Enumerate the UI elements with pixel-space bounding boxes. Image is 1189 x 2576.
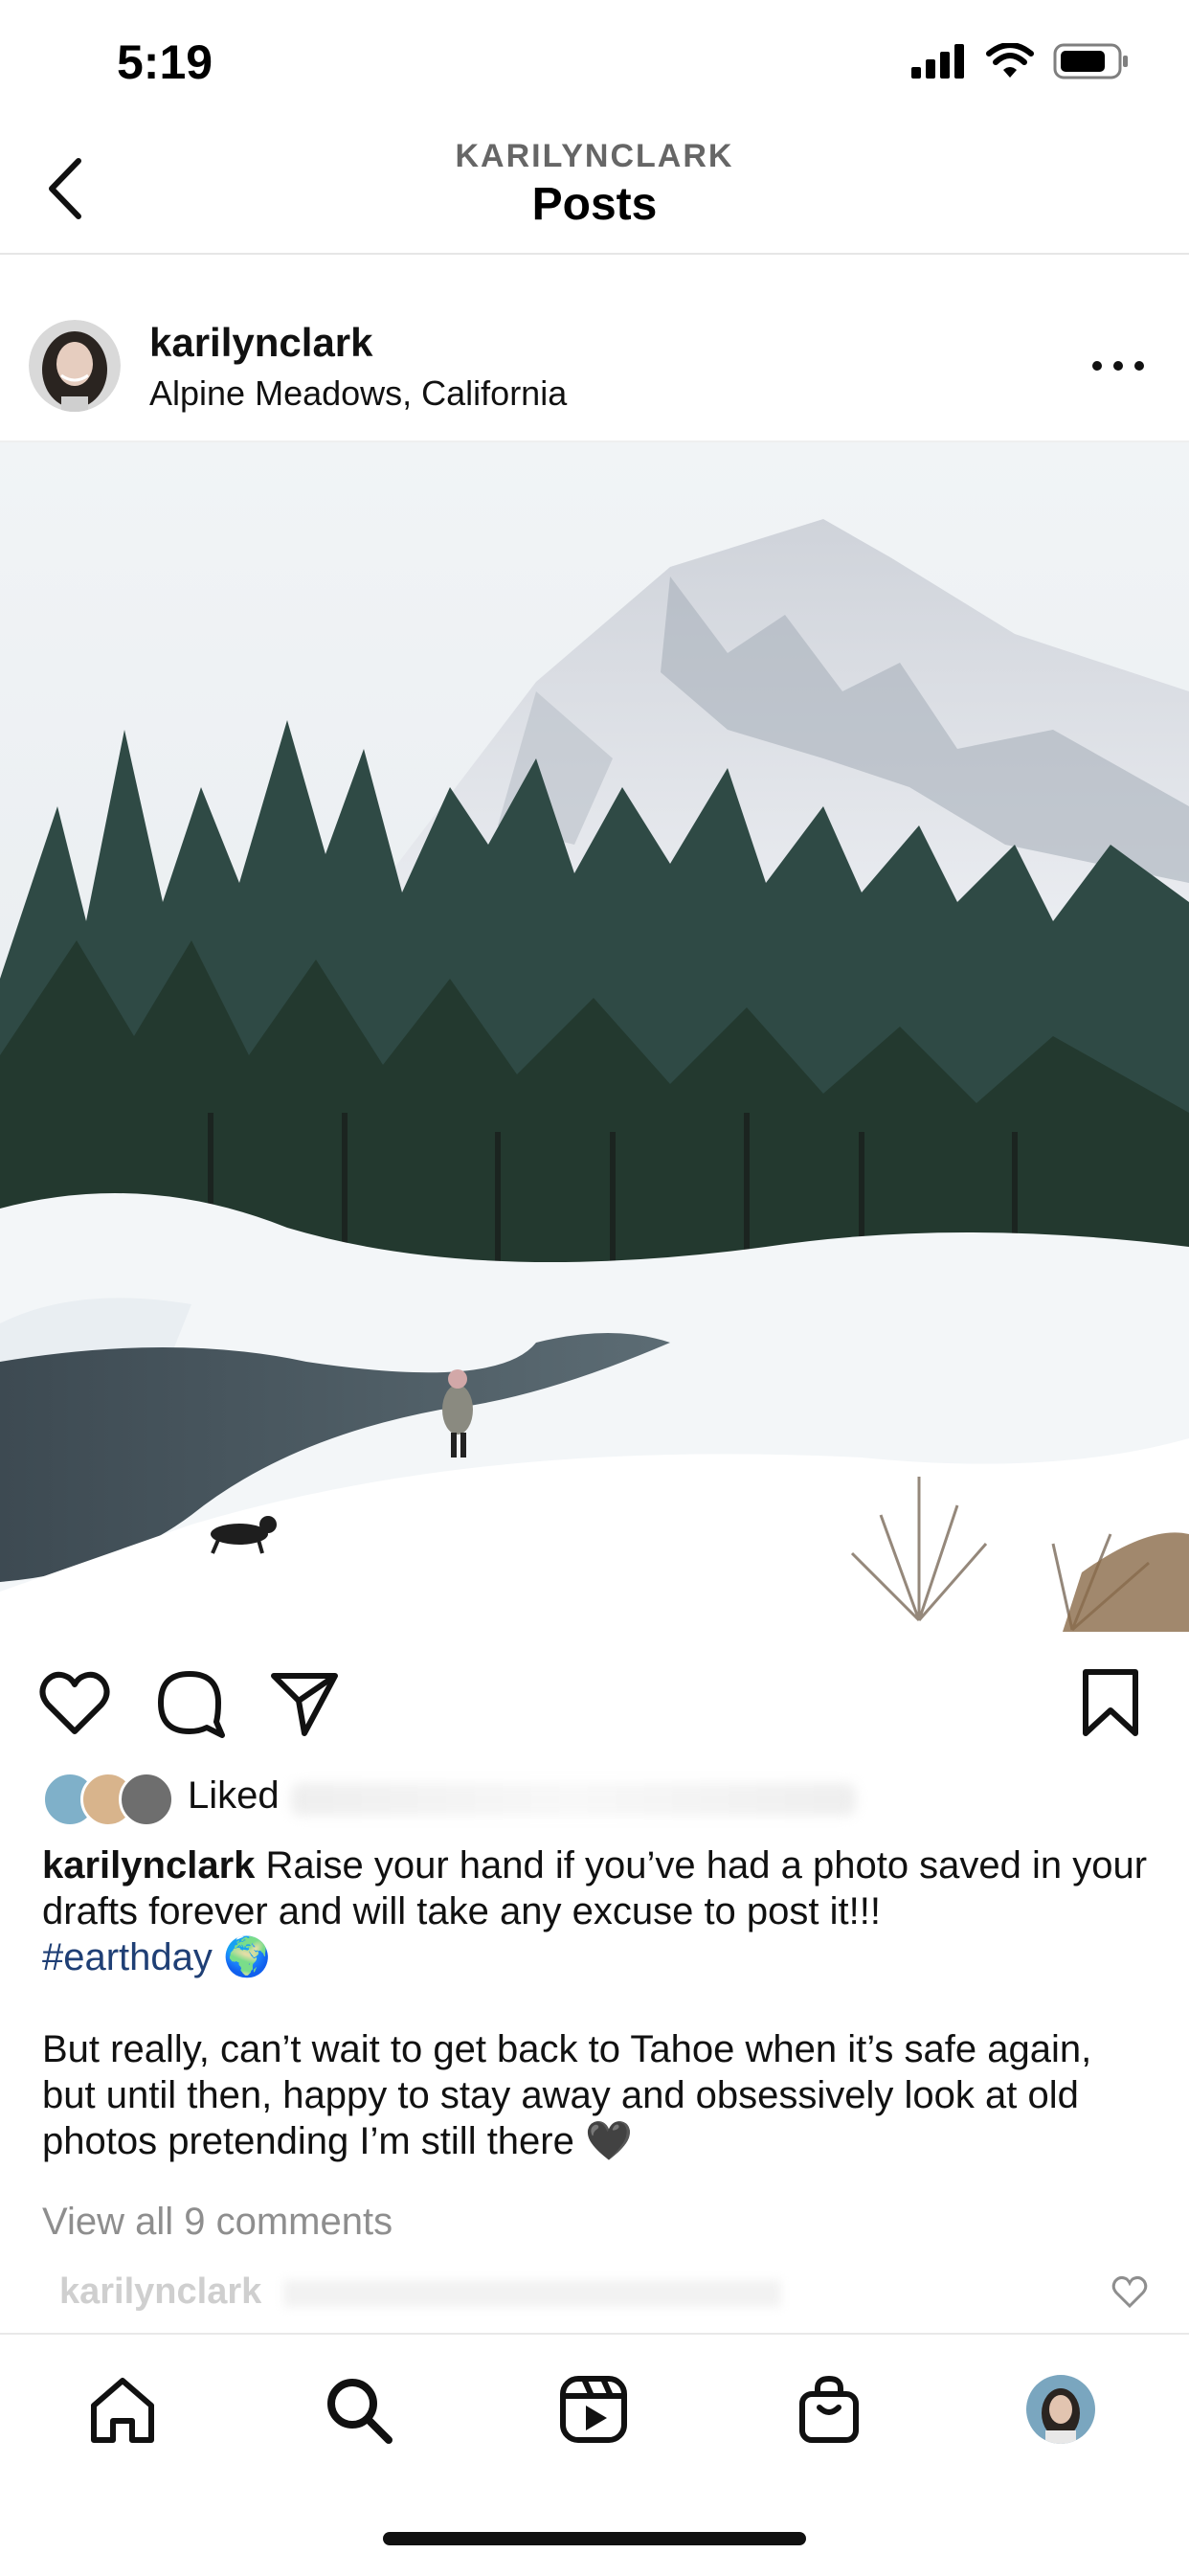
liked-by-avatars[interactable] <box>42 1772 174 1827</box>
post-photo[interactable] <box>0 442 1189 1632</box>
battery-icon <box>1053 43 1128 79</box>
comment-preview[interactable]: karilynclark <box>59 2271 1065 2312</box>
caption-username[interactable]: karilynclark <box>42 1844 255 1887</box>
home-icon[interactable] <box>84 2371 161 2448</box>
paper-plane-icon[interactable] <box>266 1664 343 1741</box>
shop-icon[interactable] <box>791 2371 867 2448</box>
liked-by-label[interactable]: Liked <box>188 1774 280 1818</box>
nav-subtitle: KARILYNCLARK <box>455 138 734 174</box>
post-caption: karilynclark Raise your hand if you’ve h… <box>42 1842 1153 2164</box>
heart-icon[interactable] <box>36 1664 113 1741</box>
comment-username[interactable]: karilynclark <box>59 2271 261 2312</box>
black-heart-emoji: 🖤 <box>584 2120 633 2162</box>
liked-by-names-obscured <box>291 1783 856 1816</box>
view-comments-link[interactable]: View all 9 comments <box>42 2201 393 2244</box>
nav-header: KARILYNCLARK Posts <box>0 123 1189 255</box>
wifi-icon <box>986 43 1034 78</box>
status-time: 5:19 <box>117 35 213 89</box>
heart-icon[interactable] <box>1110 2273 1149 2312</box>
status-icons <box>911 42 1130 80</box>
signal-icon <box>911 44 964 79</box>
globe-emoji: 🌍 <box>223 1936 271 1978</box>
reels-icon[interactable] <box>555 2371 632 2448</box>
avatar <box>119 1772 174 1827</box>
avatar[interactable] <box>29 320 121 412</box>
comment-text-obscured <box>282 2279 781 2307</box>
profile-avatar[interactable] <box>1026 2375 1095 2444</box>
post-location[interactable]: Alpine Meadows, California <box>149 373 567 414</box>
page-title: Posts <box>531 179 658 230</box>
hashtag-link[interactable]: #earthday <box>42 1936 213 1978</box>
more-horizontal-icon[interactable] <box>1089 356 1147 375</box>
bookmark-icon[interactable] <box>1072 1664 1149 1741</box>
home-indicator <box>383 2532 806 2545</box>
post-username[interactable]: karilynclark <box>149 320 373 366</box>
comment-icon[interactable] <box>153 1664 230 1741</box>
search-icon[interactable] <box>320 2371 396 2448</box>
caption-paragraph: But really, can’t wait to get back to Ta… <box>42 2028 1092 2162</box>
